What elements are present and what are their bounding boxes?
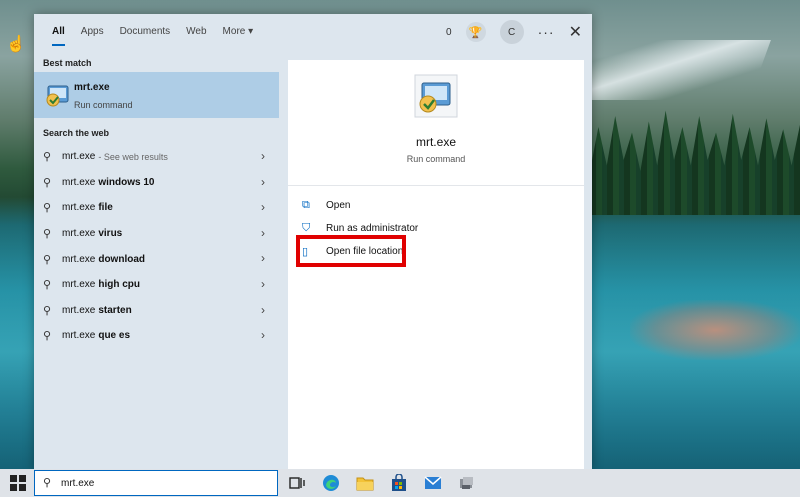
tab-documents[interactable]: Documents <box>112 14 179 50</box>
tab-web[interactable]: Web <box>178 14 214 50</box>
edge-icon[interactable] <box>322 474 340 492</box>
taskbar: ⚲ <box>0 469 800 497</box>
web-suggestion-item[interactable]: ⚲ mrt.exe virus › <box>34 221 279 247</box>
detail-subtitle: Run command <box>406 154 466 164</box>
app-icon[interactable] <box>458 474 476 492</box>
web-suggestion-item[interactable]: ⚲ mrt.exe starten › <box>34 298 279 324</box>
search-web-label: Search the web <box>43 128 110 138</box>
results-list: Best match mrt.exe Run command Search th… <box>34 56 279 470</box>
more-dots-icon[interactable]: ··· <box>538 24 555 40</box>
forest-trees <box>590 110 800 215</box>
suggestion-query: mrt.exe <box>62 279 96 291</box>
chevron-right-icon: › <box>261 276 265 291</box>
detail-title: mrt.exe <box>415 135 456 149</box>
hand-cursor-icon: ☝ <box>6 36 26 53</box>
avatar[interactable]: C <box>499 20 524 44</box>
highlight-annotation-box <box>296 235 406 267</box>
search-icon: ⚲ <box>43 304 52 317</box>
lake-reflection <box>630 300 800 360</box>
search-icon: ⚲ <box>43 202 52 215</box>
suggestion-query: mrt.exe <box>62 202 96 214</box>
chevron-right-icon: › <box>261 302 265 317</box>
header-actions: 0 🏆 C ··· ✕ <box>446 14 582 50</box>
suggestion-hint: - See web results <box>98 151 168 162</box>
chevron-right-icon: › <box>261 149 265 163</box>
windows-start-icon[interactable] <box>10 475 26 491</box>
search-icon: ⚲ <box>43 151 52 164</box>
tab-apps[interactable]: Apps <box>73 14 112 50</box>
taskbar-search-box[interactable]: ⚲ <box>34 470 278 496</box>
web-suggestion-item[interactable]: ⚲ mrt.exe que es › <box>34 323 279 349</box>
suggestion-completion: download <box>98 253 146 265</box>
suggestion-completion: starten <box>98 304 132 316</box>
best-match-item[interactable]: mrt.exe Run command <box>34 72 279 118</box>
mrt-app-icon <box>46 85 69 107</box>
web-suggestion-item[interactable]: ⚲ mrt.exe windows 10 › <box>34 170 279 196</box>
web-suggestion-item[interactable]: ⚲ mrt.exe - See web results › <box>34 144 279 170</box>
rewards-count: 0 <box>446 26 452 38</box>
best-match-subtitle: Run command <box>74 100 133 110</box>
trophy-icon[interactable]: 🏆 <box>465 22 486 42</box>
action-label: Open <box>326 200 351 211</box>
suggestion-query: mrt.exe <box>62 176 96 188</box>
chevron-right-icon: › <box>261 251 265 266</box>
file-explorer-icon[interactable] <box>356 474 374 492</box>
chevron-right-icon: › <box>261 225 265 240</box>
taskbar-pinned-apps <box>284 469 476 497</box>
suggestion-completion: windows 10 <box>98 176 155 188</box>
close-icon[interactable]: ✕ <box>569 22 582 42</box>
search-filter-tabs: All Apps Documents Web More ▾ 0 🏆 C ··· … <box>34 14 592 50</box>
web-suggestion-item[interactable]: ⚲ mrt.exe file › <box>34 195 279 221</box>
search-icon: ⚲ <box>43 228 52 241</box>
web-suggestion-item[interactable]: ⚲ mrt.exe high cpu › <box>34 272 279 298</box>
action-open[interactable]: ⧉ Open <box>302 194 572 217</box>
suggestion-completion: virus <box>98 228 123 240</box>
best-match-label: Best match <box>43 58 92 68</box>
best-match-title: mrt.exe <box>74 82 110 93</box>
search-icon: ⚲ <box>43 279 52 292</box>
suggestion-query: mrt.exe <box>62 330 96 342</box>
open-icon: ⧉ <box>302 199 310 211</box>
suggestion-query: mrt.exe <box>62 304 96 316</box>
search-icon: ⚲ <box>43 253 52 266</box>
suggestion-completion: high cpu <box>98 279 141 291</box>
suggestion-query: mrt.exe <box>62 253 96 265</box>
divider <box>288 185 584 186</box>
search-icon: ⚲ <box>43 176 52 189</box>
action-label: Run as administrator <box>326 223 419 234</box>
mountain-snow <box>569 40 771 100</box>
suggestion-query: mrt.exe <box>62 228 96 240</box>
mrt-app-icon <box>414 74 458 118</box>
shield-icon: ⛉ <box>302 222 311 234</box>
tab-all[interactable]: All <box>44 14 73 50</box>
mail-icon[interactable] <box>424 474 442 492</box>
suggestion-completion: que es <box>98 330 131 342</box>
search-icon: ⚲ <box>43 477 52 489</box>
search-input[interactable] <box>61 475 261 491</box>
task-view-icon[interactable] <box>288 474 306 492</box>
chevron-right-icon: › <box>261 328 265 343</box>
store-icon[interactable] <box>390 474 408 492</box>
chevron-right-icon: › <box>261 174 265 189</box>
suggestion-query: mrt.exe <box>62 151 96 163</box>
start-search-panel: All Apps Documents Web More ▾ 0 🏆 C ··· … <box>34 14 592 470</box>
chevron-right-icon: › <box>261 200 265 215</box>
search-icon: ⚲ <box>43 330 52 343</box>
web-suggestion-item[interactable]: ⚲ mrt.exe download › <box>34 246 279 272</box>
tab-more[interactable]: More ▾ <box>215 14 262 50</box>
result-detail-pane: mrt.exe Run command ⧉ Open ⛉ Run as admi… <box>288 60 584 470</box>
suggestion-completion: file <box>98 202 113 214</box>
web-suggestions: ⚲ mrt.exe - See web results › ⚲ mrt.exe … <box>34 144 279 349</box>
